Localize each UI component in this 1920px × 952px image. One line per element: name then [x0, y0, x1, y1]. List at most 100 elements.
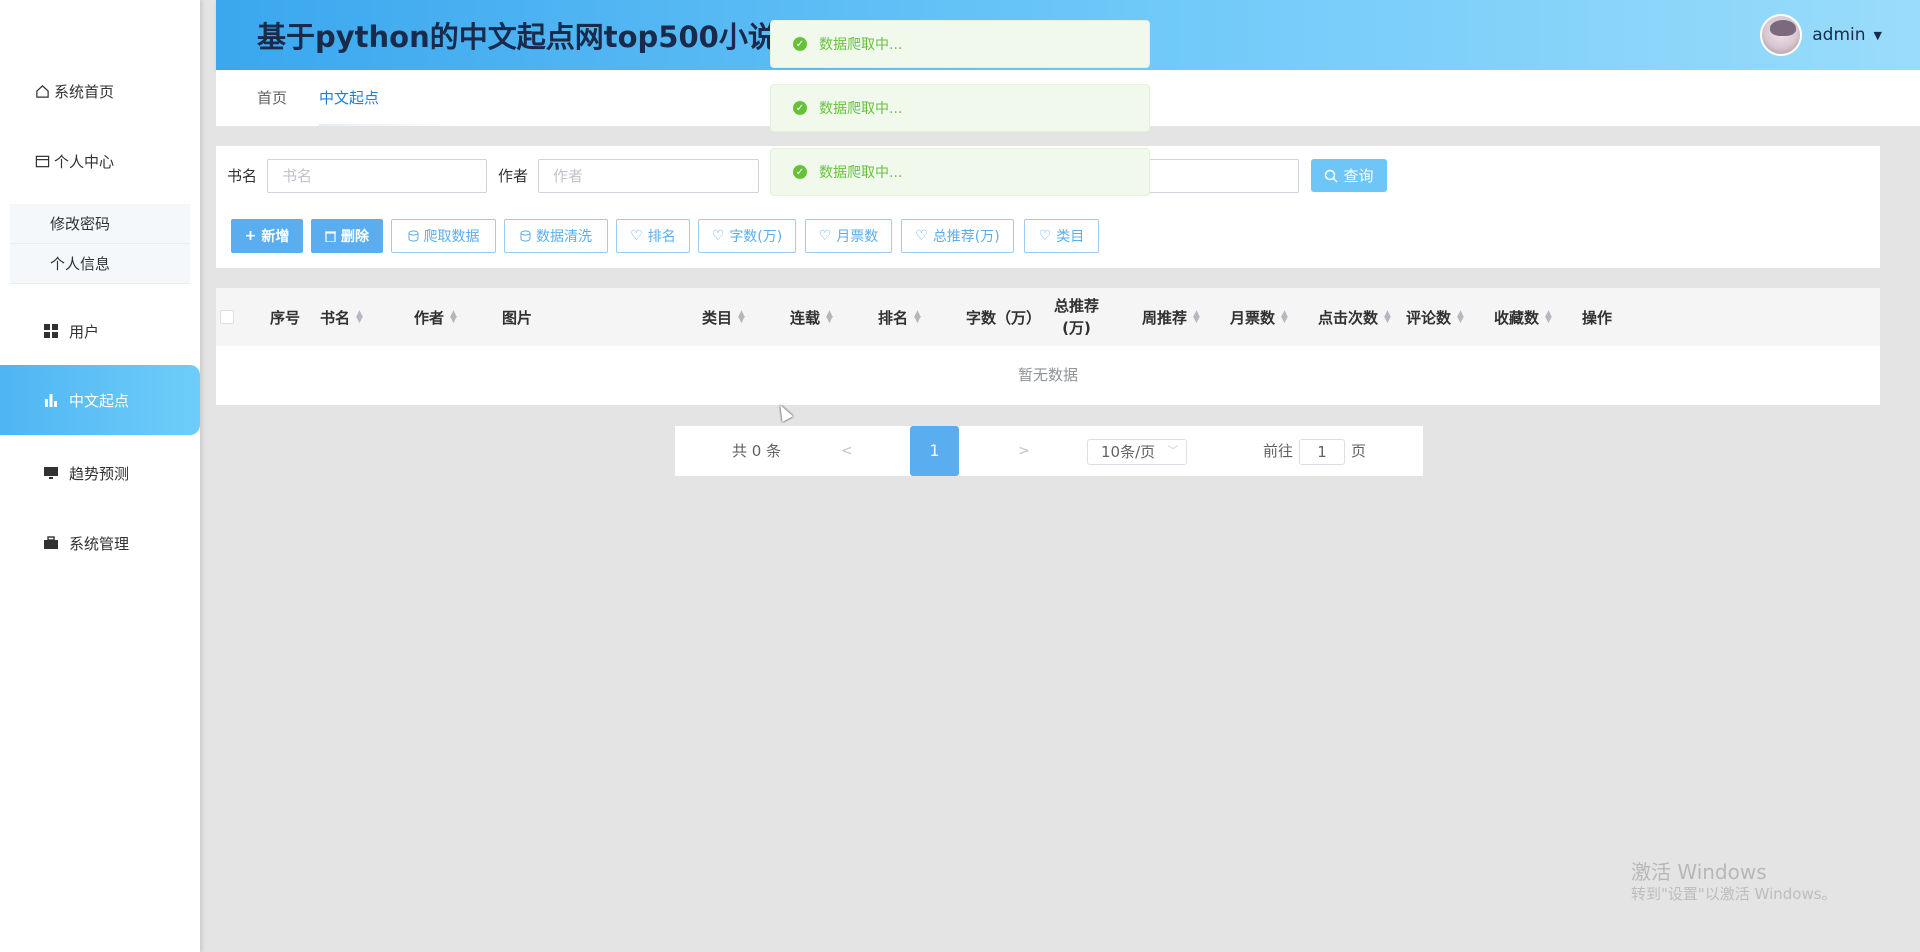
breadcrumb-home[interactable]: 首页	[257, 70, 287, 126]
goto-label: 前往	[1263, 442, 1294, 460]
sidebar-item-system-management[interactable]: 系统管理	[0, 508, 200, 578]
crawl-data-button[interactable]: 爬取数据	[391, 219, 496, 253]
total-recommend-chart-button[interactable]: ♡ 总推荐(万)	[901, 219, 1014, 253]
column-comments[interactable]: 评论数 ▲ ▼	[1406, 288, 1464, 346]
column-weekly-recommend[interactable]: 周推荐 ▲ ▼	[1142, 288, 1200, 346]
author-label: 作者	[498, 167, 529, 185]
heart-icon: ♡	[1038, 228, 1052, 244]
book-name-input[interactable]	[267, 159, 487, 193]
column-serial[interactable]: 连载 ▲ ▼	[790, 288, 833, 346]
column-monthly-tickets[interactable]: 月票数 ▲ ▼	[1230, 288, 1288, 346]
sort-icon: ▲ ▼	[1545, 309, 1552, 325]
column-rank[interactable]: 排名 ▲ ▼	[878, 288, 921, 346]
goto-page-input[interactable]	[1299, 439, 1345, 465]
caret-down-icon: ▼	[1873, 28, 1882, 42]
database-icon	[520, 230, 531, 242]
select-all-checkbox[interactable]	[220, 310, 234, 324]
mouse-cursor-icon	[774, 402, 794, 422]
success-toast: ✓ 数据爬取中...	[770, 20, 1150, 68]
check-circle-icon: ✓	[793, 165, 807, 179]
check-circle-icon: ✓	[793, 101, 807, 115]
column-image: 图片	[502, 308, 533, 327]
user-menu[interactable]: admin ▼	[1760, 14, 1882, 56]
heart-icon: ♡	[630, 228, 643, 244]
pagination: 共 0 条 < 1 > 10条/页 ﹀ 前往 页	[675, 426, 1423, 476]
success-toast: ✓ 数据爬取中...	[770, 84, 1150, 132]
column-author[interactable]: 作者 ▲ ▼	[414, 288, 457, 346]
search-icon	[1325, 169, 1339, 183]
sort-icon: ▲ ▼	[1457, 309, 1464, 325]
column-favorites[interactable]: 收藏数 ▲ ▼	[1494, 288, 1552, 346]
monthly-ticket-chart-button[interactable]: ♡ 月票数	[805, 219, 892, 253]
database-icon	[408, 230, 419, 242]
delete-button[interactable]: 删除	[311, 219, 383, 253]
grid-icon	[43, 323, 59, 339]
check-circle-icon: ✓	[793, 37, 807, 51]
query-button[interactable]: 查询	[1311, 159, 1387, 192]
heart-icon: ♡	[818, 228, 832, 244]
heart-icon: ♡	[711, 228, 725, 244]
empty-state: 暂无数据	[1017, 366, 1078, 384]
sidebar-item-qidian[interactable]: 中文起点	[0, 365, 200, 435]
sort-icon: ▲ ▼	[1193, 309, 1200, 325]
chevron-down-icon: ﹀	[1168, 446, 1178, 457]
app-title: 基于python的中文起点网top500小说	[257, 20, 777, 54]
sidebar-item-trend-prediction[interactable]: 趋势预测	[0, 438, 200, 508]
sidebar-item-users[interactable]: 用户	[0, 296, 200, 366]
column-actions: 操作	[1582, 308, 1613, 327]
sort-icon: ▲ ▼	[356, 309, 363, 325]
prev-page-button[interactable]: <	[841, 426, 853, 476]
column-book-name[interactable]: 书名 ▲ ▼	[320, 288, 363, 346]
submenu-item-change-password[interactable]: 修改密码	[10, 204, 190, 244]
word-count-chart-button[interactable]: ♡ 字数(万)	[698, 219, 796, 253]
personal-center-icon	[34, 153, 50, 169]
column-clicks[interactable]: 点击次数 ▲ ▼	[1318, 288, 1391, 346]
author-input[interactable]	[538, 159, 759, 193]
sort-icon: ▲ ▼	[450, 309, 457, 325]
data-clean-button[interactable]: 数据清洗	[504, 219, 608, 253]
sidebar-item-label: 中文起点	[69, 391, 130, 410]
personal-center-submenu: 修改密码 个人信息	[10, 204, 190, 284]
data-table: 序号 书名 ▲ ▼ 作者 ▲ ▼ 图片 类目 ▲ ▼ 连载 ▲ ▼ 排名 ▲ ▼ 字数（万） 总推荐…	[216, 288, 1880, 405]
book-name-label: 书名	[227, 167, 258, 185]
sort-icon: ▲ ▼	[914, 309, 921, 325]
breadcrumb-current: 中文起点	[319, 89, 380, 107]
sidebar-item-label: 系统首页	[54, 82, 115, 101]
sort-icon: ▲ ▼	[1281, 309, 1288, 325]
goto-unit: 页	[1351, 442, 1367, 460]
add-button[interactable]: + 新增	[231, 219, 303, 253]
monitor-icon	[43, 465, 59, 481]
column-word-count: 字数（万）	[966, 308, 1042, 327]
plus-icon: +	[244, 228, 257, 244]
sidebar-item-label: 个人中心	[54, 152, 115, 171]
sidebar-item-label: 趋势预测	[69, 464, 130, 483]
sort-icon: ▲ ▼	[738, 309, 745, 325]
activation-watermark-title: 激活 Windows	[1631, 860, 1767, 884]
heart-icon: ♡	[915, 228, 928, 244]
breadcrumb-underline	[319, 124, 459, 126]
column-total-recommend: 总推荐 (万)	[1054, 297, 1100, 337]
sort-icon: ▲ ▼	[826, 309, 833, 325]
column-category[interactable]: 类目 ▲ ▼	[702, 288, 745, 346]
sidebar-item-label: 用户	[69, 322, 100, 341]
sidebar-item-personal-center[interactable]: 个人中心	[0, 126, 200, 196]
total-count: 共 0 条	[732, 442, 782, 460]
bar-chart-icon	[43, 392, 59, 408]
category-chart-button[interactable]: ♡ 类目	[1024, 219, 1099, 253]
success-toast: ✓ 数据爬取中...	[770, 148, 1150, 196]
briefcase-icon	[43, 535, 59, 551]
avatar[interactable]	[1760, 14, 1803, 56]
activation-watermark-hint: 转到"设置"以激活 Windows。	[1631, 885, 1837, 903]
rank-chart-button[interactable]: ♡ 排名	[616, 219, 690, 253]
sidebar-item-home[interactable]: 系统首页	[0, 56, 200, 126]
next-page-button[interactable]: >	[1018, 426, 1030, 476]
page-number-current[interactable]: 1	[910, 426, 959, 476]
sort-icon: ▲ ▼	[1384, 309, 1391, 325]
sidebar: 系统首页 个人中心 修改密码 个人信息 用户 中文起点 趋势预测 系统管理	[0, 0, 200, 952]
page-size-select[interactable]: 10条/页 ﹀	[1087, 439, 1187, 465]
submenu-item-personal-info[interactable]: 个人信息	[10, 244, 190, 284]
trash-icon	[325, 230, 336, 242]
table-header: 序号 书名 ▲ ▼ 作者 ▲ ▼ 图片 类目 ▲ ▼ 连载 ▲ ▼ 排名 ▲ ▼ 字数（万） 总推荐…	[216, 288, 1880, 346]
column-index: 序号	[270, 308, 301, 327]
home-icon	[34, 83, 50, 99]
